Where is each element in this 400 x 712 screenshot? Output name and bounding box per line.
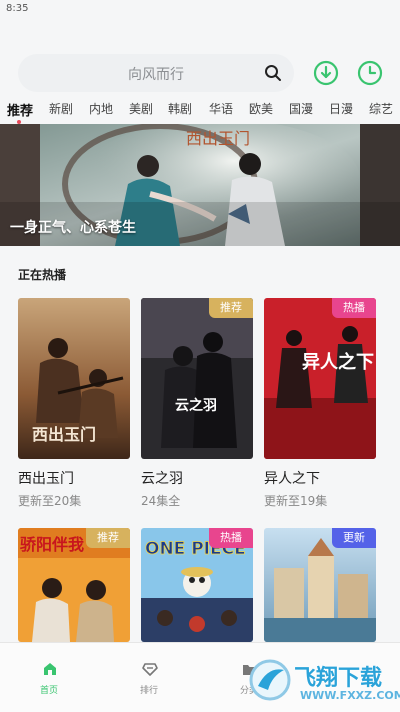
tab-mainland[interactable]: 内地 (89, 100, 113, 117)
tab-chinese[interactable]: 华语 (209, 100, 233, 117)
banner-caption: 一身正气、心系苍生 (10, 220, 136, 236)
show-episode-status: 更新至19集 (264, 494, 328, 508)
section-title-now-playing: 正在热播 (18, 268, 67, 282)
ranking-icon (142, 663, 158, 676)
hero-banner[interactable]: 西出玉门 一身正气、心系苍生 (0, 124, 400, 246)
top-bar: 向风而行 (0, 38, 400, 98)
watermark-title: 飞翔下载 (294, 666, 383, 691)
category-tabs: 推荐 新剧 内地 美剧 韩剧 华语 欧美 国漫 日漫 综艺 (0, 96, 400, 124)
search-placeholder: 向风而行 (128, 67, 184, 83)
show-card[interactable]: 异人之下 热播 异人之下 更新至19集 (264, 298, 376, 508)
show-card[interactable]: 骄阳伴我 推荐 (18, 528, 130, 642)
update-badge: 更新 (332, 528, 376, 548)
show-episode-status: 更新至20集 (18, 494, 82, 508)
poster-title-text: 西出玉门 (32, 425, 96, 444)
nav-ranking[interactable]: 排行 (109, 643, 189, 703)
show-title[interactable]: 西出玉门 (18, 468, 74, 488)
search-icon[interactable] (264, 64, 282, 82)
tab-us-drama[interactable]: 美剧 (129, 100, 153, 117)
show-poster[interactable]: 云之羽 推荐 (141, 298, 253, 459)
hot-badge: 热播 (332, 298, 376, 318)
show-poster[interactable]: ONE PIECE 热播 (141, 528, 253, 642)
show-card[interactable]: 西出玉门 西出玉门 更新至20集 (18, 298, 130, 508)
banner-poster-title: 西出玉门 (186, 129, 250, 148)
show-card[interactable]: 更新 (264, 528, 376, 642)
watermark-url: WWW.FXXZ.COM (300, 689, 400, 702)
home-icon (44, 663, 56, 675)
tab-japanese-anime[interactable]: 日漫 (329, 100, 353, 117)
show-poster[interactable]: 异人之下 热播 (264, 298, 376, 459)
watermark-logo-icon (249, 659, 291, 701)
show-poster[interactable]: 更新 (264, 528, 376, 642)
show-card[interactable]: 云之羽 推荐 云之羽 24集全 (141, 298, 253, 508)
show-episode-status: 24集全 (141, 494, 181, 508)
poster-title-text: 骄阳伴我 (20, 535, 84, 554)
site-watermark: 飞翔下载 WWW.FXXZ.COM (248, 656, 400, 706)
show-title[interactable]: 异人之下 (264, 468, 320, 488)
show-poster[interactable]: 西出玉门 (18, 298, 130, 459)
tab-new[interactable]: 新剧 (49, 100, 73, 117)
recommend-badge: 推荐 (86, 528, 130, 548)
recommend-badge: 推荐 (209, 298, 253, 318)
poster-title-text: 异人之下 (302, 351, 374, 373)
status-bar: 8:35 (0, 0, 400, 22)
poster-artwork: 异人之下 (264, 298, 376, 459)
download-icon[interactable] (313, 60, 339, 86)
tab-western[interactable]: 欧美 (249, 100, 273, 117)
hot-badge: 热播 (209, 528, 253, 548)
status-time: 8:35 (6, 3, 29, 14)
tab-korean-drama[interactable]: 韩剧 (168, 100, 192, 117)
poster-artwork: 云之羽 (141, 298, 253, 459)
show-title[interactable]: 云之羽 (141, 468, 183, 488)
nav-home[interactable]: 首页 (9, 643, 89, 703)
poster-title-text: 云之羽 (175, 397, 217, 414)
search-bar[interactable]: 向风而行 (18, 54, 294, 92)
tab-chinese-anime[interactable]: 国漫 (289, 100, 313, 117)
tab-recommend[interactable]: 推荐 (7, 100, 33, 119)
nav-ranking-label: 排行 (139, 686, 158, 696)
show-poster[interactable]: 骄阳伴我 推荐 (18, 528, 130, 642)
nav-home-label: 首页 (39, 686, 58, 696)
show-card[interactable]: ONE PIECE 热播 (141, 528, 253, 642)
poster-artwork: 西出玉门 (18, 298, 130, 459)
tab-variety[interactable]: 综艺 (369, 100, 393, 117)
history-clock-icon[interactable] (357, 60, 383, 86)
